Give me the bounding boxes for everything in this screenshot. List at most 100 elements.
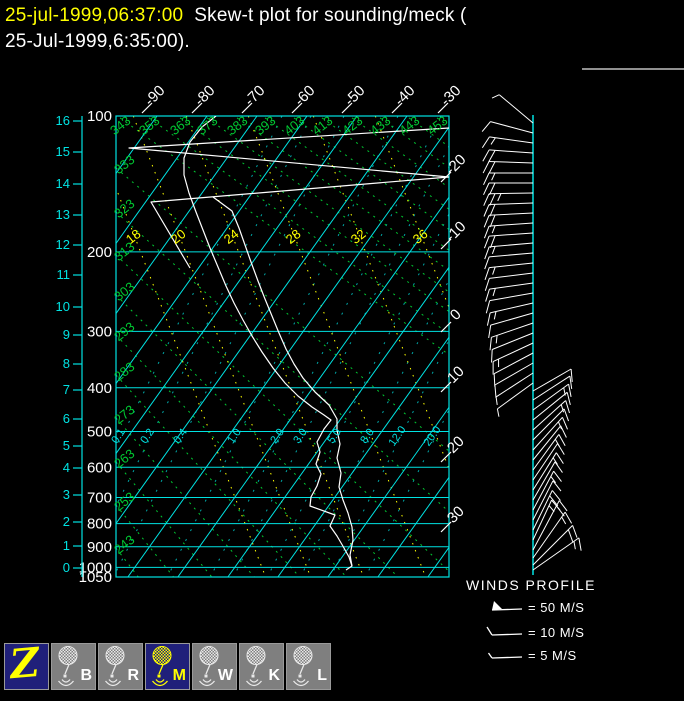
isotherms: [0, 116, 449, 577]
svg-text:443: 443: [396, 113, 422, 138]
svg-text:-30: -30: [437, 82, 464, 109]
svg-text:-60: -60: [291, 82, 318, 109]
svg-text:9: 9: [63, 327, 70, 342]
full-barb-icon: [486, 626, 523, 636]
wind-barb: [482, 160, 534, 174]
svg-text:20: 20: [168, 226, 189, 247]
sounding-button-k[interactable]: K: [239, 643, 284, 690]
svg-text:413: 413: [309, 113, 335, 138]
mixing-ratio-line: [267, 212, 449, 577]
mixing-ratio-lines: [116, 116, 449, 577]
winds-profile-title: WINDS PROFILE: [466, 577, 596, 593]
sounding-traces: [128, 116, 449, 571]
svg-text:-10: -10: [442, 218, 469, 245]
svg-text:7: 7: [63, 382, 70, 397]
svg-text:-70: -70: [241, 82, 268, 109]
svg-text:28: 28: [283, 226, 304, 247]
button-letter: W: [217, 667, 233, 684]
svg-text:3.0: 3.0: [291, 427, 310, 446]
svg-text:243: 243: [111, 532, 137, 557]
pressure-lines: [115, 115, 450, 578]
svg-text:15: 15: [56, 144, 70, 159]
mixing-ratio-line: [210, 116, 442, 577]
glitch-trace: [128, 127, 449, 269]
mixing-labels: 0.1 0.2 0.4 1.0 2.0 3.0 5.0 8.0 12.0 20.0: [109, 424, 443, 448]
isotherm-line: [116, 116, 258, 315]
svg-text:500: 500: [87, 424, 112, 441]
sounding-button-r[interactable]: R: [98, 643, 143, 690]
svg-text:200: 200: [87, 244, 112, 261]
half-barb-icon: [487, 652, 523, 659]
sounding-button-m[interactable]: M: [145, 643, 190, 690]
legend-label-50ms: = 50 M/S: [528, 600, 585, 615]
svg-text:2: 2: [63, 514, 70, 529]
wind-barb: [484, 252, 534, 270]
isotherm-line: [116, 116, 308, 385]
button-letter: R: [127, 667, 139, 684]
toolbar: Z B RM W K L: [4, 639, 331, 690]
moist-adiabat-line: [312, 116, 449, 471]
isotherm-line: [327, 406, 449, 577]
svg-text:600: 600: [87, 459, 112, 476]
svg-text:5: 5: [63, 438, 70, 453]
svg-text:3: 3: [63, 487, 70, 502]
mixing-ratio-line: [365, 408, 449, 577]
sounding-button-w[interactable]: W: [192, 643, 237, 690]
button-letter: L: [317, 667, 327, 684]
svg-text:11: 11: [57, 267, 71, 282]
svg-text:253: 253: [111, 489, 137, 514]
wind-barb: [484, 262, 534, 281]
svg-text:333: 333: [111, 152, 137, 177]
balloon-icon: [246, 646, 266, 687]
svg-text:-80: -80: [191, 82, 218, 109]
isotherm-line: [0, 116, 107, 577]
svg-text:403: 403: [281, 113, 307, 138]
isotherm-line: [0, 116, 7, 577]
legend-row-10ms: = 10 M/S: [486, 623, 584, 639]
svg-text:400: 400: [87, 380, 112, 397]
mixing-ratio-line: [167, 116, 399, 577]
skewt-plot-area: 343 353 363 373 383 393 403 413 423 433 443 453 333 3…: [0, 0, 684, 701]
svg-text:100: 100: [87, 108, 112, 125]
button-letter: K: [268, 667, 280, 684]
button-letter: B: [80, 667, 92, 684]
svg-text:14: 14: [56, 176, 70, 191]
svg-text:20: 20: [444, 433, 468, 457]
wind-barb: [532, 537, 582, 571]
wind-barb: [483, 232, 534, 249]
svg-text:10: 10: [444, 363, 468, 387]
sounding-button-b[interactable]: B: [51, 643, 96, 690]
legend-label-10ms: = 10 M/S: [528, 625, 585, 640]
adiabat-labels: 343 353 363 373 383 393 403 413 423 433 443 4533333…: [107, 113, 450, 557]
svg-text:0: 0: [63, 560, 70, 575]
svg-text:1.0: 1.0: [225, 427, 244, 446]
pressure-labels: 10020030040050060070080090010001050: [79, 108, 112, 586]
svg-text:6: 6: [63, 411, 70, 426]
svg-text:373: 373: [194, 113, 220, 138]
wind-barb: [484, 272, 534, 291]
isotherm-line: [377, 476, 449, 577]
svg-text:300: 300: [87, 323, 112, 340]
svg-text:433: 433: [367, 113, 393, 138]
wind-barb: [482, 149, 534, 162]
svg-text:10: 10: [56, 299, 70, 314]
svg-text:30: 30: [444, 503, 468, 527]
moist-adiabat-line: [247, 116, 427, 577]
balloon-icon: [58, 646, 78, 687]
svg-text:383: 383: [224, 113, 250, 138]
svg-text:8: 8: [63, 356, 70, 371]
svg-text:273: 273: [111, 402, 137, 427]
height-axis: 161514131211109876543210: [56, 113, 83, 577]
isotherm-line: [227, 266, 449, 577]
wind-barb: [532, 500, 568, 551]
svg-text:1050: 1050: [79, 569, 112, 586]
zeb-logo-button[interactable]: Z: [4, 639, 49, 690]
wind-barb: [485, 292, 534, 314]
sounding-button-l[interactable]: L: [286, 643, 331, 690]
svg-text:0.2: 0.2: [138, 427, 157, 446]
isotherm-line: [116, 116, 358, 455]
svg-text:283: 283: [111, 359, 137, 384]
mixing-ratio-line: [116, 116, 283, 450]
svg-text:12.0: 12.0: [386, 424, 408, 448]
wind-barb: [491, 332, 534, 363]
